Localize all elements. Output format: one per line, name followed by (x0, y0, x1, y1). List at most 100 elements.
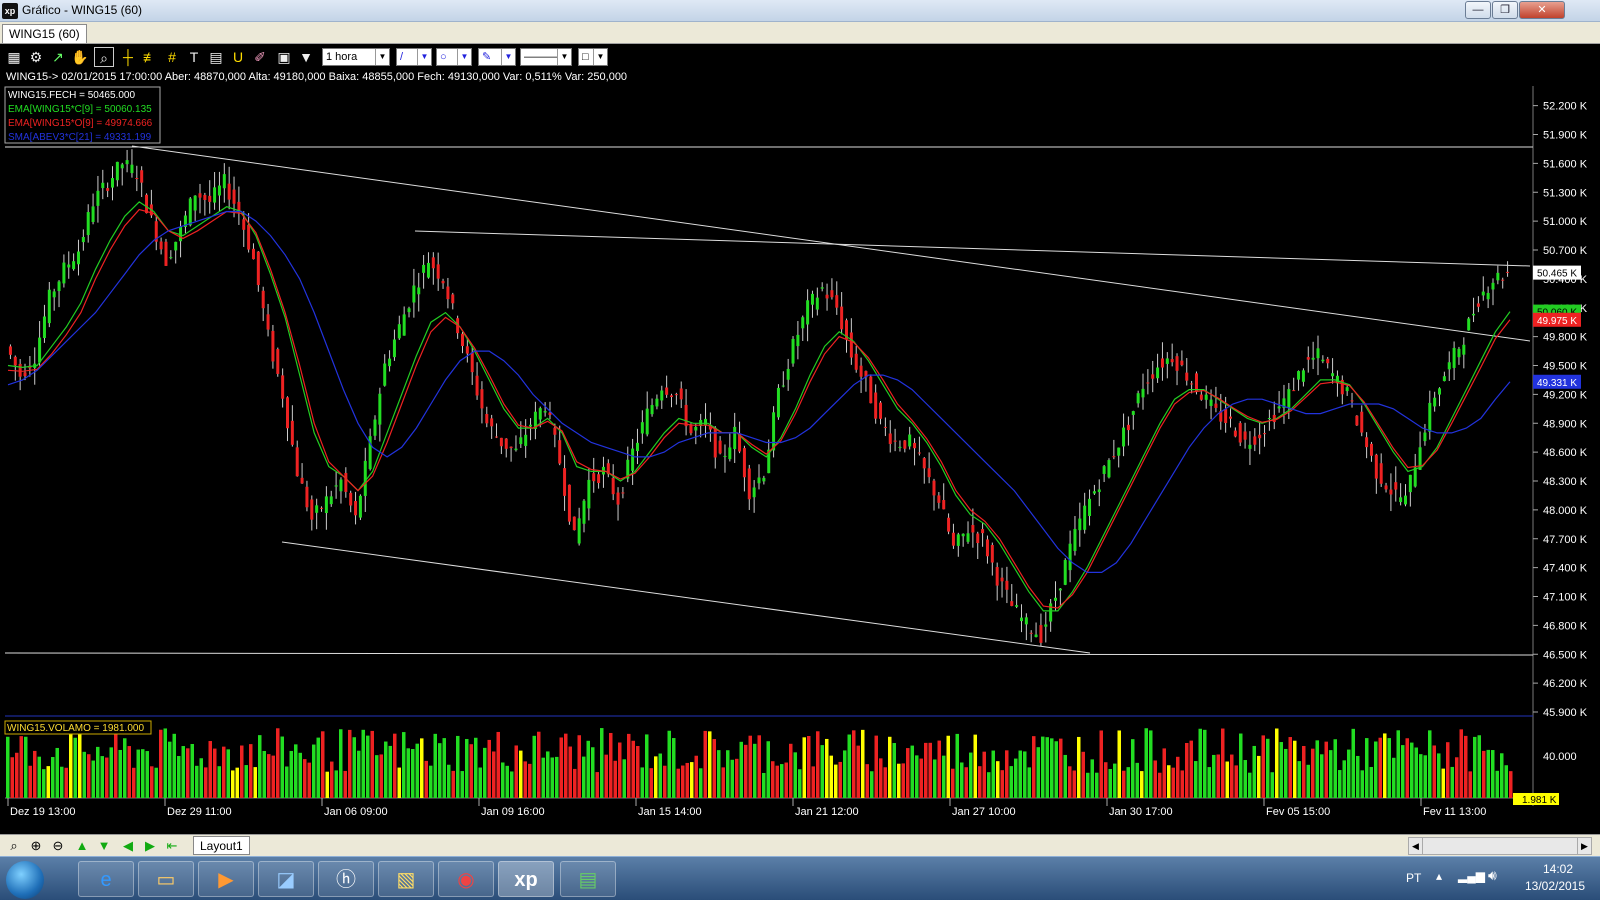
volume-bar (1504, 765, 1508, 798)
tab-layout1[interactable]: Layout1 (193, 836, 250, 855)
zoom-icon[interactable]: ⌕ (94, 47, 114, 67)
shape-tool-select[interactable]: ○ ▼ (436, 48, 472, 66)
candle-body (354, 501, 358, 516)
zoom-in-icon[interactable]: ⊕ (26, 837, 46, 855)
volume-bar (559, 737, 563, 798)
scroll-right-icon[interactable]: ▶ (1577, 838, 1591, 854)
chart-icon[interactable]: ▦ (4, 47, 24, 67)
clock-time[interactable]: 14:02 (1528, 862, 1588, 876)
volume-bar (1410, 742, 1414, 798)
text-icon[interactable]: T (184, 47, 204, 67)
fib-icon[interactable]: ≢ (140, 47, 160, 67)
signal-icon[interactable]: ▂▄▆ (1458, 869, 1485, 883)
maximize-button[interactable]: ❐ (1492, 1, 1518, 19)
candle-body (1253, 436, 1257, 445)
volume-bar (123, 738, 127, 798)
candle-body (504, 438, 508, 449)
y-tick-label: 49.200 K (1543, 389, 1588, 401)
period-select[interactable]: 1 hora ▼ (322, 48, 390, 66)
candle-body (120, 164, 124, 169)
media-player-icon[interactable]: ▶ (198, 861, 254, 897)
candle-body (1068, 543, 1072, 571)
monitor-app-icon[interactable]: ◪ (258, 861, 314, 897)
volume-bar (1500, 753, 1504, 798)
chrome-icon[interactable]: ◉ (438, 861, 494, 897)
candle-body (1360, 411, 1364, 433)
line-tool-select[interactable]: / ▼ (396, 48, 432, 66)
volume-bar (357, 750, 361, 798)
close-button[interactable]: ✕ (1519, 1, 1565, 19)
volume-bar (1000, 770, 1004, 798)
volume-bar (1207, 767, 1211, 798)
candle-body (995, 567, 999, 586)
hash-icon[interactable]: # (162, 47, 182, 67)
magnet-icon[interactable]: U (228, 47, 248, 67)
hand-icon[interactable]: ✋ (70, 47, 90, 67)
price-chart[interactable]: 52.200 K 51.900 K 51.600 K 51.300 K 51.000 K… (0, 86, 1600, 856)
tab-wing15[interactable]: WING15 (60) (2, 24, 87, 43)
volume-bar (24, 736, 28, 798)
ruler-icon[interactable]: ✐ (250, 47, 270, 67)
volume-bar (658, 753, 662, 798)
candle-body (281, 375, 285, 399)
candle-body (796, 334, 800, 347)
candle-body (1034, 634, 1038, 638)
calculator-icon[interactable]: ▤ (206, 47, 226, 67)
archive-icon[interactable]: ▧ (378, 861, 434, 897)
volume-bar (820, 745, 824, 798)
candle-body (820, 287, 824, 289)
cursor-icon[interactable]: ↗ (48, 47, 68, 67)
language-indicator[interactable]: PT (1406, 871, 1421, 885)
scroll-left-icon[interactable]: ◀ (1409, 838, 1423, 854)
candle-body (125, 160, 129, 165)
x-tick-label: Jan 15 14:00 (638, 806, 702, 818)
volume-bar (942, 755, 946, 798)
chart-app-icon[interactable]: ▤ (560, 861, 616, 897)
briefcase-icon[interactable]: ▣ (274, 47, 294, 67)
clock-date[interactable]: 13/02/2015 (1518, 879, 1592, 893)
volume-bar (730, 759, 734, 798)
line-style-select[interactable]: ——— ▼ (520, 48, 572, 66)
volume-bar (330, 761, 334, 798)
volume-icon[interactable]: 🔊︎ (1488, 867, 1497, 884)
candle-body (665, 387, 669, 395)
arrow-right-icon[interactable]: ▶ (140, 837, 160, 855)
arrow-up-icon[interactable]: ▲ (72, 837, 92, 855)
explorer-icon[interactable]: ▭ (138, 861, 194, 897)
hp-icon[interactable]: ⓗ (318, 861, 374, 897)
candle-body (815, 297, 819, 310)
arrow-down-icon[interactable]: ▼ (94, 837, 114, 855)
volume-bar (528, 763, 532, 798)
xp-icon[interactable]: xp (498, 861, 554, 897)
candle-body (1024, 617, 1028, 625)
candle-body (18, 363, 22, 377)
minimize-button[interactable]: — (1465, 1, 1491, 19)
volume-bar (253, 767, 257, 798)
arrow-left-icon[interactable]: ◀ (118, 837, 138, 855)
pen-tool-select[interactable]: ✎ ▼ (478, 48, 516, 66)
candle-body (86, 212, 90, 236)
zoom-out-icon[interactable]: ⊖ (48, 837, 68, 855)
ie-icon[interactable]: e (78, 861, 134, 897)
crosshair-icon[interactable]: ┼ (118, 47, 138, 67)
volume-bar (1315, 740, 1319, 798)
volume-bar (541, 757, 545, 798)
arrow-home-icon[interactable]: ⇤ (162, 837, 182, 855)
volume-bar (249, 744, 253, 798)
gear-icon[interactable]: ⚙ (26, 47, 46, 67)
filter-icon[interactable]: ▼ (296, 47, 316, 67)
candle-body (1063, 560, 1067, 585)
horizontal-scrollbar[interactable]: ◀ ▶ (1408, 837, 1592, 855)
volume-bar (627, 733, 631, 798)
magnifier-icon[interactable]: ⌕ (4, 837, 24, 855)
candle-body (956, 534, 960, 546)
volume-bar (1153, 760, 1157, 798)
volume-bar (708, 731, 712, 798)
tray-arrow-icon[interactable]: ▴ (1436, 869, 1442, 883)
start-button[interactable] (6, 861, 44, 899)
candle-body (587, 479, 591, 509)
color-select[interactable]: □ ▼ (578, 48, 608, 66)
volume-bar (640, 767, 644, 798)
volume-bar (766, 741, 770, 798)
candle-body (1481, 291, 1485, 296)
